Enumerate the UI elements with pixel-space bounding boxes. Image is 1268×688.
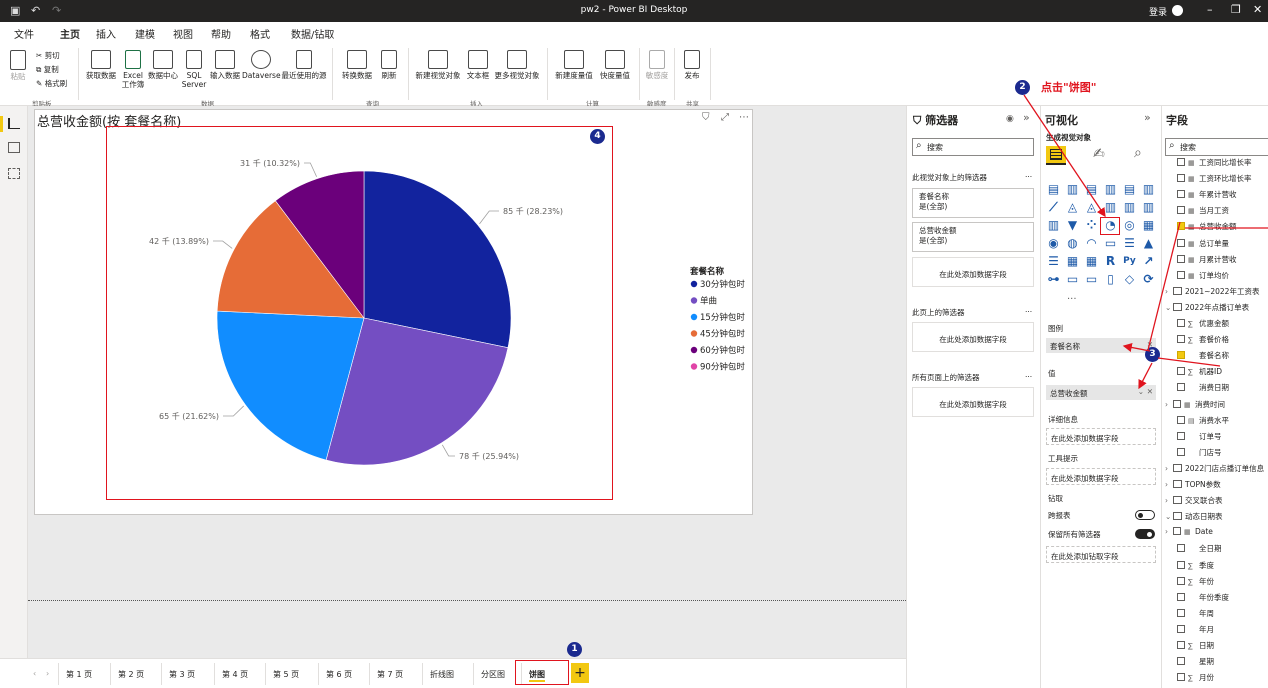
- annotation-arrows: [1023, 94, 1268, 390]
- arrow-line-from-revenue: [1147, 221, 1181, 351]
- arrow-to-legend-well: [1122, 343, 1151, 352]
- arrow-to-pie-icon: [1023, 94, 1106, 218]
- arrow-to-values-well: [1138, 362, 1153, 390]
- underline-package-name: [1157, 357, 1221, 367]
- power-bi-window: ▣ ↶ ↷ pw2 - Power BI Desktop 登录 – ❐ ✕ 文件…: [0, 0, 1268, 688]
